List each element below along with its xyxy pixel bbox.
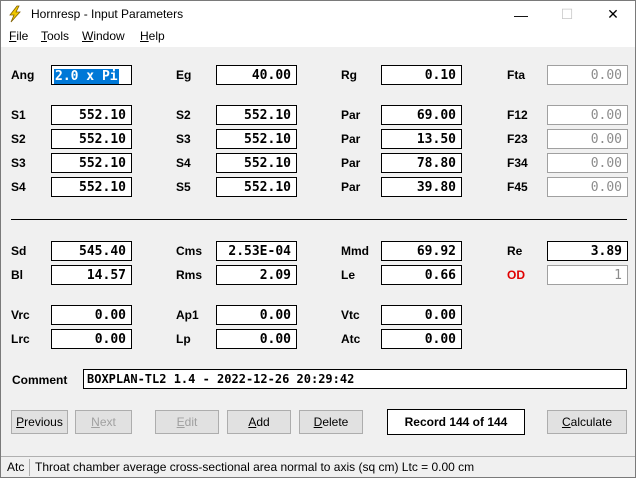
s4-label: S4 bbox=[176, 156, 191, 170]
ang-label: Ang bbox=[11, 68, 35, 82]
re-field[interactable]: 3.89 bbox=[547, 241, 628, 261]
f34-field: 0.00 bbox=[547, 153, 628, 173]
menu-tools[interactable]: Tools bbox=[41, 29, 69, 43]
f23-field: 0.00 bbox=[547, 129, 628, 149]
edit-label: Edit bbox=[176, 415, 198, 429]
par4-field[interactable]: 39.80 bbox=[381, 177, 462, 197]
le-field[interactable]: 0.66 bbox=[381, 265, 462, 285]
par3-field[interactable]: 78.80 bbox=[381, 153, 462, 173]
menu-file[interactable]: File bbox=[9, 29, 28, 43]
edit-button: Edit bbox=[155, 410, 219, 434]
lrc-field[interactable]: 0.00 bbox=[51, 329, 132, 349]
calculate-button[interactable]: Calculate bbox=[547, 410, 627, 434]
s3b-field[interactable]: 552.10 bbox=[51, 153, 132, 173]
par3-label: Par bbox=[341, 156, 361, 170]
menu-window[interactable]: Window bbox=[82, 29, 125, 43]
menu-help[interactable]: Help bbox=[140, 29, 165, 43]
add-label: Add bbox=[248, 415, 270, 429]
ap1-label: Ap1 bbox=[176, 308, 199, 322]
atc-label: Atc bbox=[341, 332, 361, 346]
vrc-label: Vrc bbox=[11, 308, 30, 322]
bl-label: Bl bbox=[11, 268, 23, 282]
sd-label: Sd bbox=[11, 244, 27, 258]
status-description: Throat chamber average cross-sectional a… bbox=[35, 460, 475, 474]
le-label: Le bbox=[341, 268, 356, 282]
previous-button[interactable]: Previous bbox=[11, 410, 68, 434]
comment-field[interactable]: BOXPLAN-TL2 1.4 - 2022-12-26 20:29:42 bbox=[83, 369, 627, 389]
rg-label: Rg bbox=[341, 68, 357, 82]
fta-label: Fta bbox=[507, 68, 525, 82]
f45-field: 0.00 bbox=[547, 177, 628, 197]
sd-field[interactable]: 545.40 bbox=[51, 241, 132, 261]
lrc-label: Lrc bbox=[11, 332, 30, 346]
re-label: Re bbox=[507, 244, 523, 258]
atc-field[interactable]: 0.00 bbox=[381, 329, 462, 349]
rg-field[interactable]: 0.10 bbox=[381, 65, 462, 85]
status-field-name: Atc bbox=[7, 460, 25, 474]
mmd-label: Mmd bbox=[341, 244, 369, 258]
f23-label: F23 bbox=[507, 132, 528, 146]
next-label: Next bbox=[91, 415, 116, 429]
title-bar: Hornresp - Input Parameters — ☐ ✕ bbox=[1, 1, 635, 28]
lightning-bolt-icon bbox=[9, 5, 21, 23]
section-divider bbox=[11, 219, 627, 220]
s4-field[interactable]: 552.10 bbox=[216, 153, 297, 173]
par1-label: Par bbox=[341, 108, 361, 122]
calculate-label: Calculate bbox=[561, 415, 613, 429]
f34-label: F34 bbox=[507, 156, 528, 170]
s1-label: S1 bbox=[11, 108, 26, 122]
bl-field[interactable]: 14.57 bbox=[51, 265, 132, 285]
f12-label: F12 bbox=[507, 108, 528, 122]
s2b-label: S2 bbox=[11, 132, 26, 146]
ang-field[interactable]: 2.0 x Pi bbox=[51, 65, 132, 85]
delete-button[interactable]: Delete bbox=[299, 410, 363, 434]
cms-field[interactable]: 2.53E-04 bbox=[216, 241, 297, 261]
eg-field[interactable]: 40.00 bbox=[216, 65, 297, 85]
par1-field[interactable]: 69.00 bbox=[381, 105, 462, 125]
par4-label: Par bbox=[341, 180, 361, 194]
s3-label: S3 bbox=[176, 132, 191, 146]
f45-label: F45 bbox=[507, 180, 528, 194]
comment-label: Comment bbox=[12, 373, 68, 387]
cms-label: Cms bbox=[176, 244, 203, 258]
status-bar: Atc Throat chamber average cross-section… bbox=[1, 456, 635, 477]
od-label[interactable]: OD bbox=[507, 268, 525, 282]
ap1-field[interactable]: 0.00 bbox=[216, 305, 297, 325]
s2-label: S2 bbox=[176, 108, 191, 122]
eg-label: Eg bbox=[176, 68, 192, 82]
maximize-button: ☐ bbox=[560, 6, 574, 22]
s1-field[interactable]: 552.10 bbox=[51, 105, 132, 125]
s5-field[interactable]: 552.10 bbox=[216, 177, 297, 197]
par2-field[interactable]: 13.50 bbox=[381, 129, 462, 149]
rms-label: Rms bbox=[176, 268, 203, 282]
record-counter: Record 144 of 144 bbox=[387, 409, 525, 435]
lp-field[interactable]: 0.00 bbox=[216, 329, 297, 349]
minimize-button[interactable]: — bbox=[498, 1, 544, 28]
s4b-label: S4 bbox=[11, 180, 26, 194]
f12-field: 0.00 bbox=[547, 105, 628, 125]
par2-label: Par bbox=[341, 132, 361, 146]
s2b-field[interactable]: 552.10 bbox=[51, 129, 132, 149]
s4b-field[interactable]: 552.10 bbox=[51, 177, 132, 197]
menu-bar: File Tools Window Help bbox=[1, 28, 635, 47]
add-button[interactable]: Add bbox=[227, 410, 291, 434]
vtc-label: Vtc bbox=[341, 308, 360, 322]
hornresp-window: Hornresp - Input Parameters — ☐ ✕ File T… bbox=[0, 0, 636, 478]
window-title: Hornresp - Input Parameters bbox=[31, 7, 184, 21]
s5-label: S5 bbox=[176, 180, 191, 194]
lp-label: Lp bbox=[176, 332, 191, 346]
previous-label: Previous bbox=[16, 415, 63, 429]
vtc-field[interactable]: 0.00 bbox=[381, 305, 462, 325]
s3-field[interactable]: 552.10 bbox=[216, 129, 297, 149]
fta-field: 0.00 bbox=[547, 65, 628, 85]
od-field: 1 bbox=[547, 265, 628, 285]
vrc-field[interactable]: 0.00 bbox=[51, 305, 132, 325]
s3b-label: S3 bbox=[11, 156, 26, 170]
mmd-field[interactable]: 69.92 bbox=[381, 241, 462, 261]
delete-label: Delete bbox=[313, 415, 349, 429]
close-button[interactable]: ✕ bbox=[590, 1, 636, 28]
next-button: Next bbox=[75, 410, 132, 434]
s2-field[interactable]: 552.10 bbox=[216, 105, 297, 125]
rms-field[interactable]: 2.09 bbox=[216, 265, 297, 285]
